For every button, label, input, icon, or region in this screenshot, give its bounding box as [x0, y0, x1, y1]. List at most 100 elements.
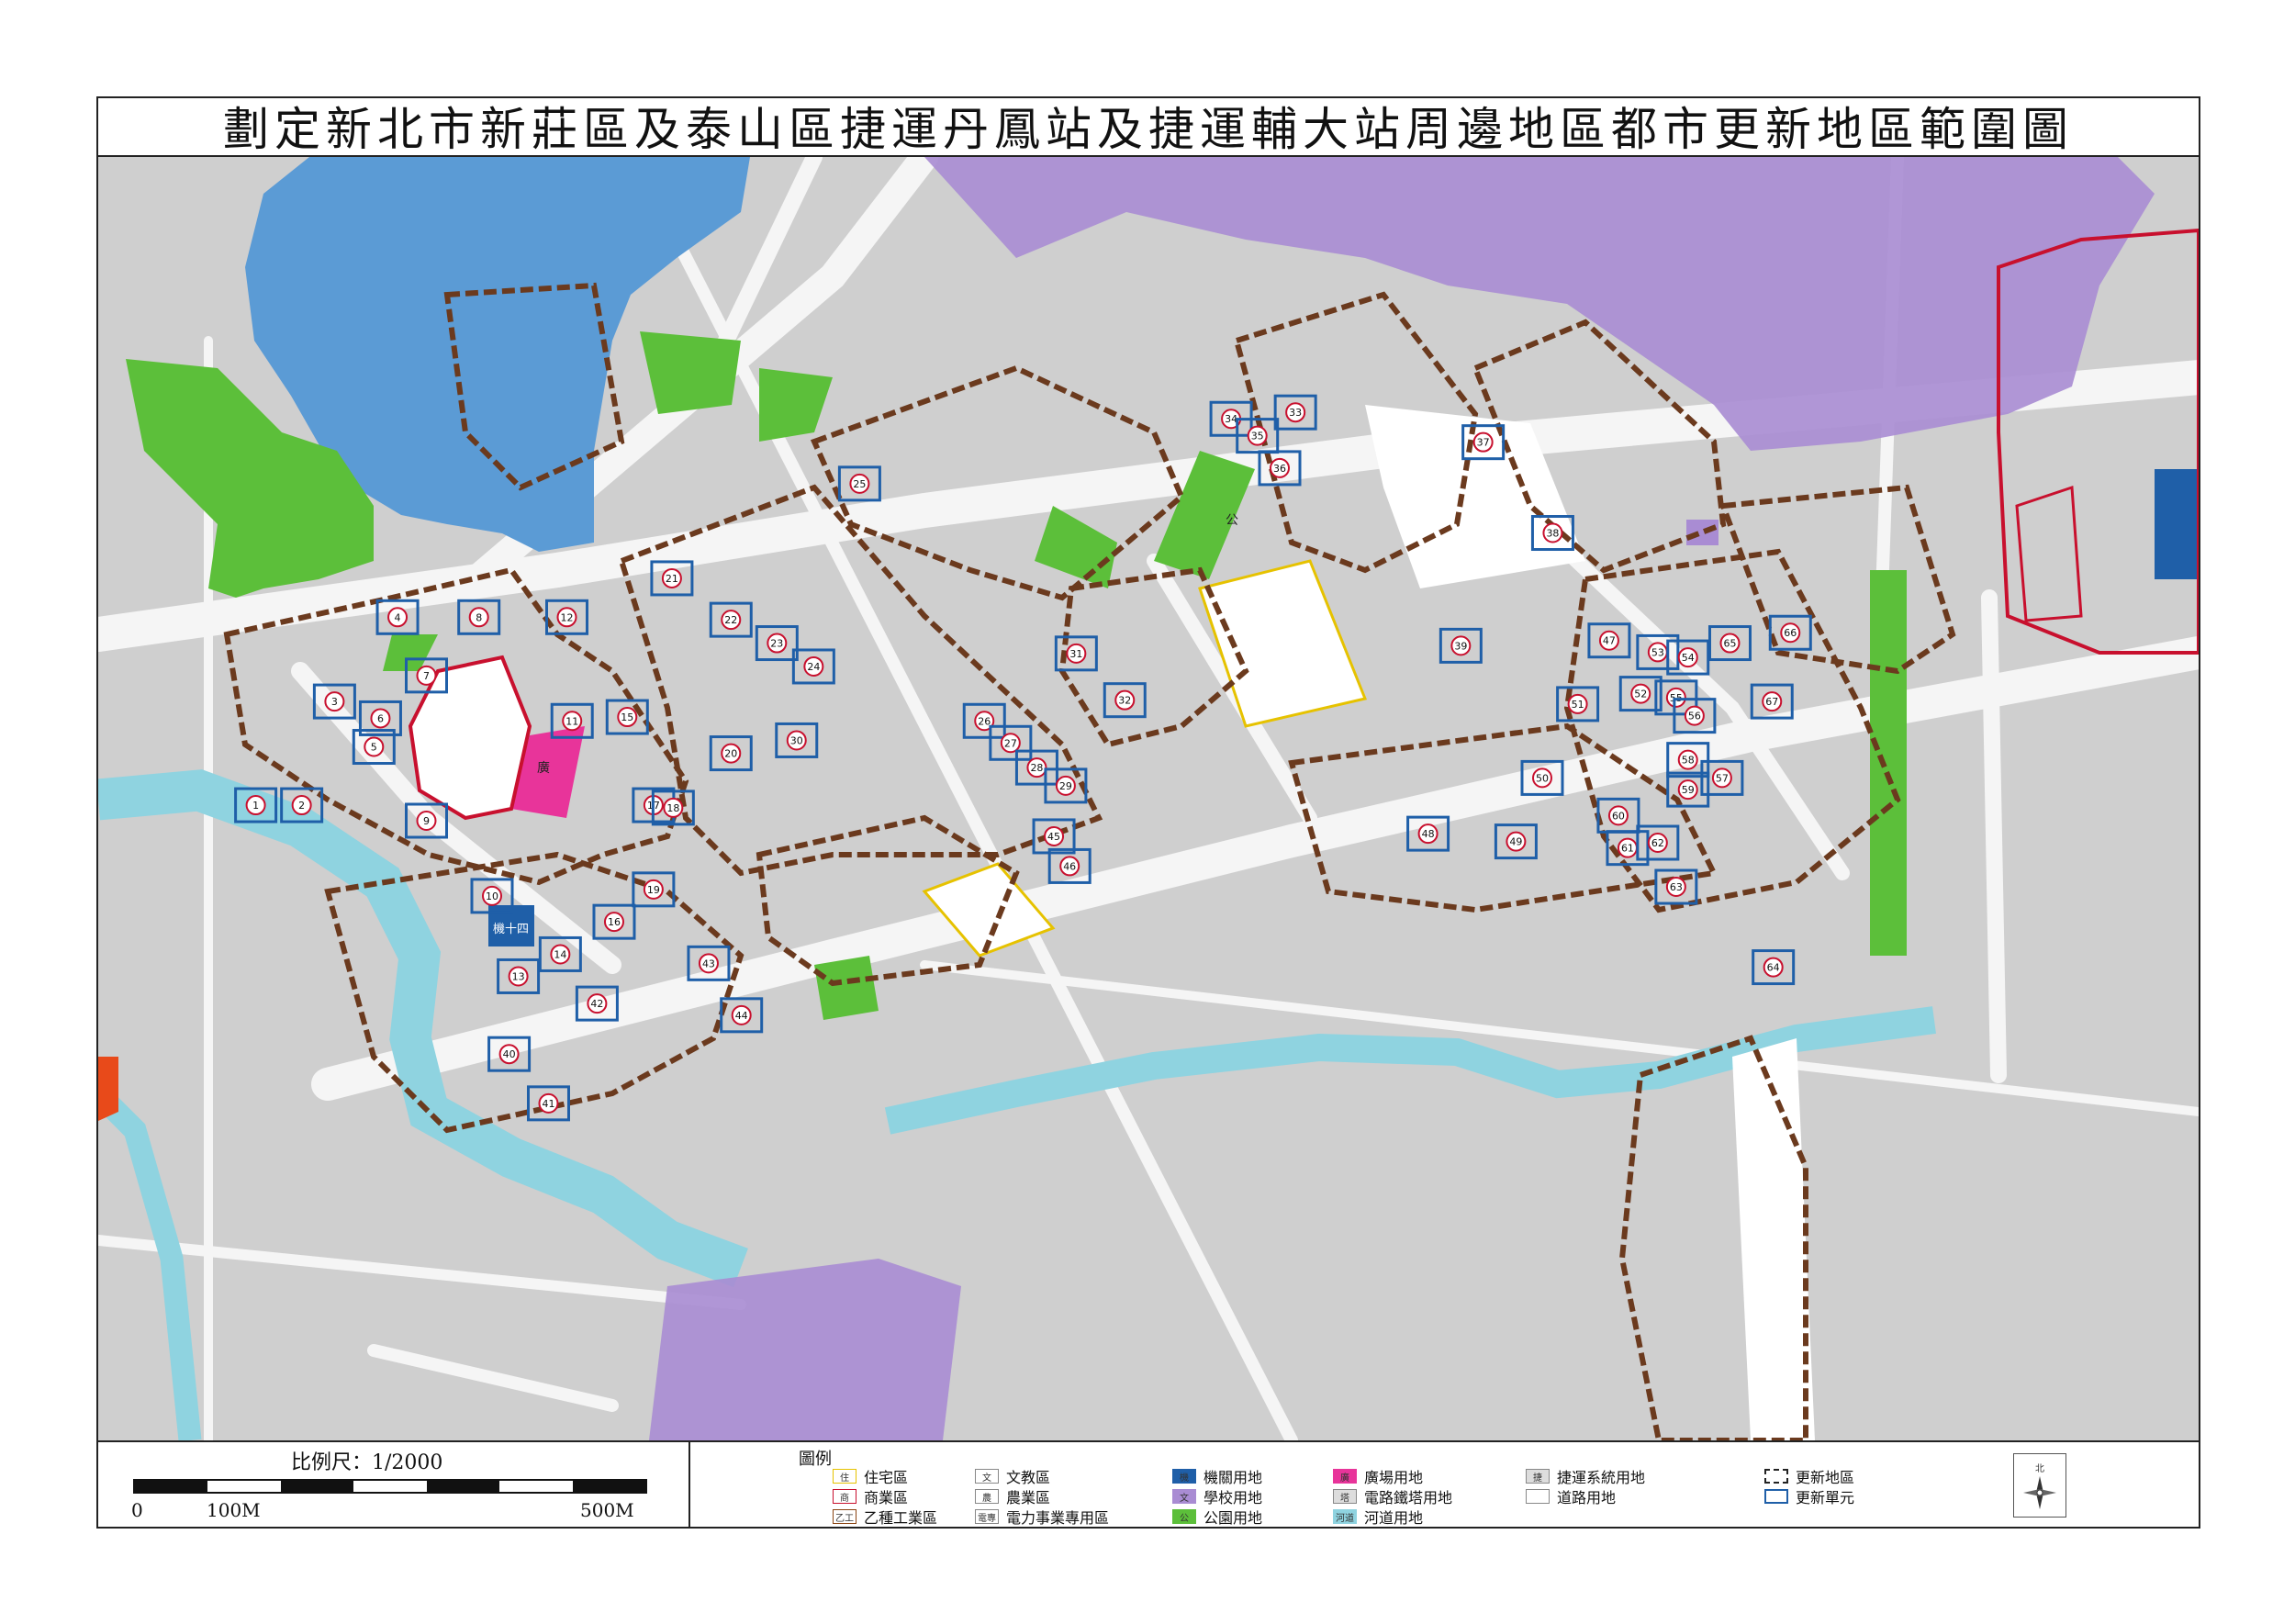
renewal-unit-number: 61	[1621, 843, 1634, 855]
legend-item: 乙工 乙種工業區	[833, 1506, 937, 1527]
renewal-unit-number: 65	[1723, 638, 1736, 650]
legend-swatch: 河道	[1333, 1509, 1357, 1524]
renewal-unit-number: 45	[1047, 831, 1060, 843]
title-bar: 劃定新北市新莊區及泰山區捷運丹鳳站及捷運輔大站周邊地區都市更新地區範圍圖	[96, 96, 2200, 157]
legend-swatch	[1764, 1489, 1788, 1504]
renewal-unit-number: 50	[1536, 772, 1549, 784]
scale-bar	[133, 1479, 647, 1494]
renewal-unit-number: 47	[1603, 635, 1616, 647]
renewal-unit-number: 12	[561, 611, 574, 623]
scale-title: 比例尺：1/2000	[291, 1451, 443, 1474]
school-area-south	[649, 1259, 961, 1440]
legend-swatch: 公	[1172, 1509, 1196, 1524]
scale-label-100: 100M	[207, 1499, 261, 1521]
legend-title: 圖例	[799, 1450, 832, 1469]
map-area[interactable]: 1 2 3 4 5 6 7 8 9 10 11 12 13 14 15 16 17 18 19 20 21 22 23 24 2…	[98, 157, 2199, 1440]
renewal-unit-number: 34	[1225, 413, 1237, 425]
renewal-unit-number: 29	[1059, 780, 1072, 792]
renewal-unit-number: 4	[395, 611, 401, 623]
legend-label: 公園用地	[1203, 1509, 1263, 1527]
legend-item: 道路用地	[1526, 1486, 1616, 1506]
renewal-unit-number: 67	[1765, 696, 1778, 708]
renewal-unit-number: 3	[331, 696, 338, 708]
legend-swatch: 農	[975, 1489, 999, 1504]
renewal-unit-number: 22	[724, 614, 737, 626]
renewal-unit-number: 52	[1634, 689, 1647, 700]
renewal-unit-number: 10	[486, 890, 498, 902]
legend-swatch	[1764, 1469, 1788, 1484]
renewal-unit-number: 18	[666, 802, 679, 814]
plaza-label: 廣	[537, 760, 550, 776]
legend-item: 更新地區	[1764, 1466, 1854, 1486]
renewal-unit-number: 46	[1063, 860, 1076, 872]
renewal-unit-number: 43	[702, 958, 715, 969]
legend-item: 更新單元	[1764, 1486, 1854, 1506]
renewal-unit-number: 24	[807, 661, 820, 673]
renewal-unit-number: 44	[735, 1010, 748, 1022]
renewal-unit-number: 26	[978, 715, 991, 727]
compass-rose: 北	[2013, 1453, 2066, 1518]
legend-swatch	[1526, 1489, 1550, 1504]
renewal-unit-number: 39	[1454, 640, 1467, 652]
legend-label: 河道用地	[1364, 1509, 1424, 1527]
legend-item: 文學校用地	[1172, 1486, 1262, 1506]
legend-item: 電專 電力事業專用區	[975, 1506, 1109, 1527]
institution-label: 機十四	[493, 923, 529, 936]
legend-item: 住住宅區	[833, 1466, 908, 1486]
legend-item: 農農業區	[975, 1486, 1050, 1506]
renewal-unit-number: 64	[1767, 962, 1780, 974]
renewal-unit-number: 32	[1118, 695, 1131, 707]
renewal-unit-number: 6	[377, 712, 384, 724]
legend-swatch: 住	[833, 1469, 856, 1484]
renewal-unit-number: 60	[1612, 810, 1625, 822]
legend-swatch: 電專	[975, 1509, 999, 1524]
legend-label: 機關用地	[1203, 1469, 1263, 1486]
renewal-unit-number: 23	[770, 638, 783, 650]
map-canvas[interactable]: 1 234567891011121314151617 181920212223242…	[98, 157, 2199, 1440]
renewal-unit-number: 62	[1651, 837, 1664, 849]
renewal-unit-number: 9	[423, 815, 430, 827]
legend-label: 文教區	[1006, 1469, 1051, 1486]
renewal-unit-number: 56	[1688, 711, 1701, 722]
scale-box: 比例尺：1/2000 0 100M 500M	[98, 1442, 690, 1527]
renewal-unit-number: 20	[724, 748, 737, 760]
renewal-unit-number: 5	[371, 742, 377, 754]
legend-swatch: 捷	[1526, 1469, 1550, 1484]
renewal-unit-number: 41	[542, 1098, 554, 1110]
renewal-unit-number: 54	[1682, 652, 1695, 664]
renewal-unit-number: 40	[503, 1048, 516, 1060]
legend-swatch: 機	[1172, 1469, 1196, 1484]
legend-item: 機機關用地	[1172, 1466, 1262, 1486]
park-south	[814, 956, 879, 1020]
legend-label: 商業區	[864, 1489, 909, 1506]
park-east	[1870, 570, 1907, 956]
legend-swatch: 廣	[1333, 1469, 1357, 1484]
legend-swatch: 乙工	[833, 1509, 856, 1524]
legend-swatch: 文	[1172, 1489, 1196, 1504]
legend-label: 住宅區	[864, 1469, 909, 1486]
renewal-unit-number: 30	[790, 734, 803, 746]
renewal-unit-number: 14	[554, 948, 566, 960]
legend-box: 圖例 住住宅區商商業區 乙工 乙種工業區文文教區農農業區 電專 電力事業專用區機機關用地…	[690, 1442, 2199, 1527]
legend-label: 廣場用地	[1364, 1469, 1424, 1486]
legend-swatch: 文	[975, 1469, 999, 1484]
scale-label-500: 500M	[580, 1499, 634, 1521]
institution-area-east	[2155, 469, 2199, 579]
legend-label: 乙種工業區	[864, 1509, 938, 1527]
legend-item: 廣廣場用地	[1333, 1466, 1423, 1486]
legend-item: 塔電路鐵塔用地	[1333, 1486, 1452, 1506]
renewal-unit-number: 66	[1784, 627, 1797, 639]
renewal-unit-number: 11	[565, 715, 578, 727]
renewal-unit-number: 31	[1069, 648, 1082, 660]
renewal-unit-number: 35	[1251, 431, 1264, 442]
legend-item: 商商業區	[833, 1486, 908, 1506]
renewal-unit-number: 37	[1477, 437, 1490, 449]
renewal-unit-number: 7	[423, 670, 430, 682]
renewal-unit-number: 38	[1546, 528, 1559, 540]
renewal-unit-number: 36	[1273, 463, 1286, 475]
legend-label: 捷運系統用地	[1557, 1469, 1646, 1486]
renewal-unit-number: 33	[1289, 407, 1302, 419]
legend-item: 公公園用地	[1172, 1506, 1262, 1527]
park-label: 公	[1226, 513, 1238, 528]
compass-north-label: 北	[2035, 1463, 2044, 1474]
